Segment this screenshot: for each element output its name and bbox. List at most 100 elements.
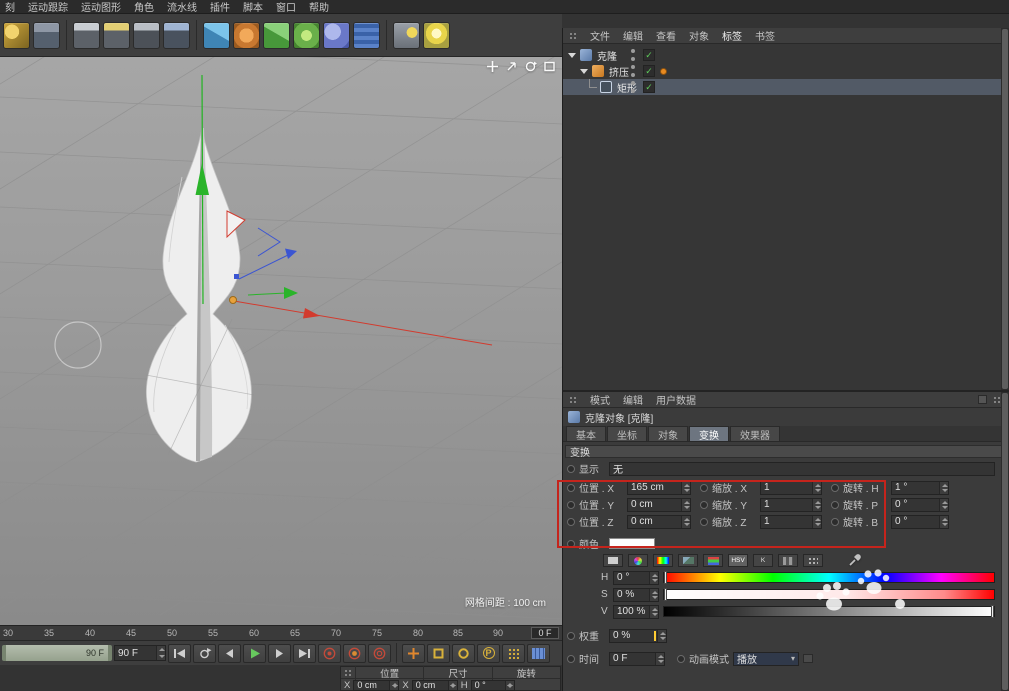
transform-gizmo[interactable] [196, 75, 493, 345]
record-parameter-button[interactable]: P [477, 644, 500, 663]
scale-y-field[interactable]: 1 [760, 498, 822, 512]
lock-icon[interactable] [978, 395, 987, 404]
spinner[interactable] [939, 482, 948, 494]
anim-dot[interactable] [831, 518, 839, 526]
spinner[interactable] [939, 499, 948, 511]
anim-dot[interactable] [831, 484, 839, 492]
om-menu-objects[interactable]: 对象 [689, 28, 709, 43]
swatch-mode-icon[interactable] [603, 554, 623, 567]
maximize-view-icon[interactable] [542, 59, 557, 73]
anim-mode-dropdown[interactable]: 播放▾ [733, 652, 799, 666]
image-mode-icon[interactable] [678, 554, 698, 567]
spinner[interactable] [448, 681, 457, 690]
spinner[interactable] [389, 681, 398, 690]
record-keyframe-button[interactable] [318, 644, 341, 663]
record-scale-button[interactable] [427, 644, 450, 663]
menu-item[interactable]: 刻 [5, 0, 15, 14]
pan-icon[interactable] [485, 59, 500, 73]
panel-grip-icon[interactable] [569, 396, 577, 404]
z-plane-line[interactable] [248, 293, 286, 295]
menu-item-pipeline[interactable]: 流水线 [167, 0, 197, 14]
rot-h-field[interactable]: 1 ° [891, 481, 949, 495]
object-name[interactable]: 挤压 [609, 64, 629, 79]
expand-caret-icon[interactable] [568, 53, 576, 58]
kelvin-mode-icon[interactable]: K [753, 554, 773, 567]
panel-options-icon[interactable] [993, 396, 1001, 404]
pos-x-field[interactable]: 165 cm [627, 481, 691, 495]
rgb-sliders-icon[interactable] [703, 554, 723, 567]
menu-item-mograph[interactable]: 运动图形 [81, 0, 121, 14]
metaball-icon[interactable] [323, 22, 350, 49]
spinner[interactable] [649, 572, 658, 584]
spline-pen-icon[interactable] [233, 22, 260, 49]
om-menu-bookmarks[interactable]: 书签 [755, 28, 775, 43]
value-field[interactable]: 100 % [613, 605, 659, 619]
object-row-rectangle[interactable]: 矩形 ✓ [563, 79, 1001, 95]
color-swatch[interactable] [609, 538, 655, 549]
spinner[interactable] [939, 516, 948, 528]
anim-dot[interactable] [677, 655, 685, 663]
select-tool-icon[interactable] [3, 22, 30, 49]
light-icon[interactable] [423, 22, 450, 49]
om-scrollbar[interactable] [1001, 28, 1009, 390]
blue-plane-handle[interactable] [258, 228, 280, 256]
x-axis-line[interactable] [234, 301, 492, 345]
timeline-window-button[interactable] [527, 644, 550, 663]
slider-handle[interactable] [664, 588, 667, 601]
gizmo-center-dot[interactable] [230, 297, 237, 304]
enable-checkbox[interactable]: ✓ [643, 81, 655, 93]
anim-dot[interactable] [831, 501, 839, 509]
pos-x-field[interactable]: 0 cm [353, 680, 399, 691]
pos-z-field[interactable]: 0 cm [627, 515, 691, 529]
enable-checkbox[interactable]: ✓ [643, 49, 655, 61]
panel-grip-icon[interactable] [569, 32, 577, 40]
am-menu-userdata[interactable]: 用户数据 [656, 392, 696, 407]
presets-mode-icon[interactable] [803, 554, 823, 567]
scale-z-field[interactable]: 1 [760, 515, 822, 529]
tab-basic[interactable]: 基本 [566, 426, 606, 441]
autokey-button[interactable] [343, 644, 366, 663]
anim-dot[interactable] [567, 632, 575, 640]
goto-end-button[interactable] [293, 644, 316, 663]
saturation-field[interactable]: 0 % [613, 588, 659, 602]
prev-frame-button[interactable] [218, 644, 241, 663]
orbit-icon[interactable] [523, 59, 538, 73]
loop-button[interactable] [193, 644, 216, 663]
am-scrollbar[interactable] [1001, 392, 1009, 691]
om-menu-view[interactable]: 查看 [656, 28, 676, 43]
menu-item-motion-tracking[interactable]: 运动跟踪 [28, 0, 68, 14]
transform-section-header[interactable]: 变换 [565, 445, 1007, 458]
rot-p-field[interactable]: 0 ° [891, 498, 949, 512]
frame-field[interactable]: 90 F [114, 645, 166, 661]
render-icon[interactable] [33, 22, 60, 49]
weight-field[interactable]: 0 % [609, 629, 667, 643]
timeline-ruler[interactable]: 30 35 40 45 50 55 60 65 70 75 80 85 90 0… [0, 625, 562, 640]
spinner[interactable] [649, 589, 658, 601]
goto-start-button[interactable] [168, 644, 191, 663]
visibility-dots[interactable] [631, 81, 636, 93]
record-position-button[interactable] [402, 644, 425, 663]
anim-dot[interactable] [567, 501, 575, 509]
camera-icon[interactable] [393, 22, 420, 49]
next-frame-button[interactable] [268, 644, 291, 663]
menu-item-character[interactable]: 角色 [134, 0, 154, 14]
saturation-slider[interactable] [663, 589, 995, 600]
viewport[interactable]: 网格间距 : 100 cm [0, 57, 562, 625]
current-frame-box[interactable]: 0 F [531, 627, 559, 639]
spinner[interactable] [505, 681, 514, 690]
menu-item-window[interactable]: 窗口 [276, 0, 296, 14]
z-axis-arrow[interactable] [285, 249, 297, 260]
floor-icon[interactable] [353, 22, 380, 49]
object-row-extrude[interactable]: 挤压 ✓ [563, 63, 1001, 79]
anim-dot[interactable] [567, 484, 575, 492]
anim-dot[interactable] [567, 655, 575, 663]
slider-handle[interactable] [991, 605, 994, 618]
keyframe-selection-button[interactable] [368, 644, 391, 663]
value-slider[interactable] [663, 606, 995, 617]
rot-h-field[interactable]: 0 ° [471, 680, 515, 691]
scale-x-field[interactable]: 1 [760, 481, 822, 495]
hsv-sliders-button[interactable]: HSV [728, 554, 748, 567]
spinner[interactable] [681, 482, 690, 494]
hue-slider[interactable] [663, 572, 995, 583]
tab-object[interactable]: 对象 [648, 426, 688, 441]
